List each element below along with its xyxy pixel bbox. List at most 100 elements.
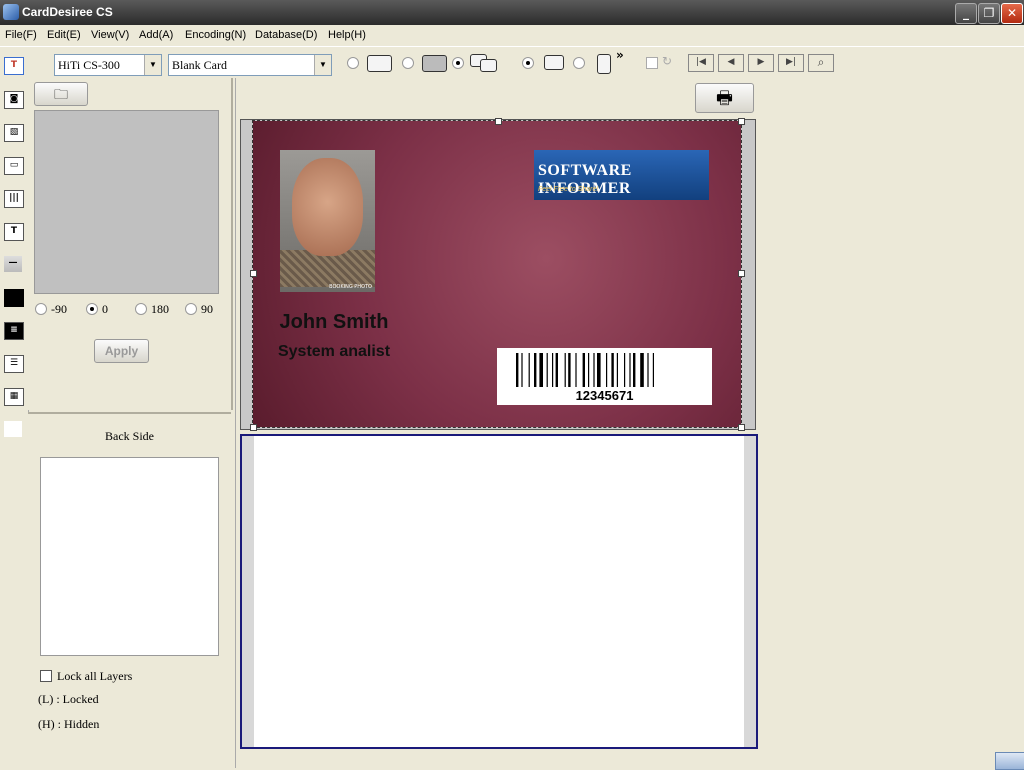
rotate-90-radio[interactable] (185, 303, 197, 315)
fill-color-icon[interactable] (4, 289, 24, 307)
resize-handle[interactable] (495, 118, 502, 125)
resize-handle[interactable] (738, 424, 745, 431)
field-tool-icon[interactable]: ☰ (4, 355, 24, 373)
barcode-tool-icon[interactable]: ||| (4, 190, 24, 208)
first-record-button[interactable]: |◀ (688, 54, 714, 72)
lock-all-layers-checkbox[interactable] (40, 670, 52, 682)
image-preview (34, 110, 219, 294)
photo-tool-icon[interactable]: ◙ (4, 91, 24, 109)
title-bar: CardDesiree CS _ ❐ ✕ (0, 0, 1024, 25)
card-job-title-text[interactable]: System analist (253, 343, 415, 361)
barcode-bar (575, 353, 577, 387)
menu-edit[interactable]: Edit(E) (46, 27, 82, 43)
card-name-text[interactable]: John Smith (253, 311, 415, 334)
chevron-down-icon: ▼ (314, 55, 331, 75)
barcode-bar (588, 353, 590, 387)
last-record-button[interactable]: ▶| (778, 54, 804, 72)
color-mode-icon[interactable]: T (4, 57, 24, 75)
printer-select-value: HiTi CS-300 (58, 58, 120, 72)
rotate-180-radio[interactable] (135, 303, 147, 315)
barcode-bar (640, 353, 644, 387)
search-icon[interactable]: ⌕ (808, 54, 834, 72)
card-photo[interactable]: BOOKING PHOTO (280, 150, 375, 292)
barcode-bars (516, 353, 654, 387)
menu-bar: File(F) Edit(E) View(V) Add(A) Encoding(… (0, 25, 1024, 45)
next-record-button[interactable]: ▶ (748, 54, 774, 72)
disabled-checkbox (646, 57, 658, 69)
printer-select[interactable]: HiTi CS-300 ▼ (54, 54, 162, 76)
printer-icon: 🖶 (716, 88, 733, 108)
barcode-number: 12345671 (575, 388, 634, 403)
back-card-canvas[interactable] (240, 434, 758, 749)
orientation-landscape-radio[interactable] (522, 57, 534, 69)
blank-tool-icon[interactable] (4, 421, 22, 437)
menu-encoding[interactable]: Encoding(N) (184, 27, 247, 43)
photo-caption: BOOKING PHOTO (329, 284, 372, 290)
orientation-portrait-radio[interactable] (573, 57, 585, 69)
rect-shape-icon[interactable] (367, 55, 392, 72)
image-tool-icon[interactable]: ▧ (4, 124, 24, 142)
card-type-select[interactable]: Blank Card ▼ (168, 54, 332, 76)
resize-handle[interactable] (250, 424, 257, 431)
barcode-bar (568, 353, 571, 387)
layer-list[interactable] (40, 457, 219, 656)
menu-file[interactable]: File(F) (4, 27, 38, 43)
apply-button[interactable]: Apply (94, 339, 149, 363)
tray-icon[interactable] (995, 752, 1024, 770)
app-icon (3, 4, 19, 20)
card-type-select-value: Blank Card (172, 58, 227, 72)
rotate-minus-90-label: -90 (51, 302, 67, 316)
line-tool-icon[interactable]: — (4, 256, 22, 272)
menu-add[interactable]: Add(A) (138, 27, 174, 43)
barcode-bar (539, 353, 543, 387)
barcode-bar (652, 353, 654, 387)
barcode-bar (528, 353, 530, 387)
card-logo[interactable]: SOFTWARE INFORMER Feel Free to Share! (534, 150, 709, 200)
close-button[interactable]: ✕ (1001, 3, 1023, 24)
barcode-bar (555, 353, 558, 387)
filled-shape-icon[interactable] (422, 55, 447, 72)
print-button[interactable]: 🖶 (695, 83, 754, 113)
folder-icon: 🗀 (54, 86, 68, 102)
portrait-icon[interactable] (597, 54, 611, 74)
dual-card-icon-back (480, 59, 497, 72)
resize-handle[interactable] (738, 270, 745, 277)
shape-dual-radio[interactable] (452, 57, 464, 69)
background-tool-icon[interactable]: ▭ (4, 157, 24, 175)
barcode-bar (593, 353, 595, 387)
open-folder-button[interactable]: 🗀 (34, 82, 88, 106)
rotate-minus-90-radio[interactable] (35, 303, 47, 315)
card-barcode[interactable]: 12345671 (497, 348, 712, 405)
magstripe-tool-icon[interactable]: ≡ (4, 322, 24, 340)
right-panel (767, 78, 1024, 768)
toolbar-overflow-icon[interactable]: » (616, 48, 624, 62)
restore-button[interactable]: ❐ (978, 3, 1000, 24)
shape-rect-radio[interactable] (347, 57, 359, 69)
minimize-button[interactable]: _ (955, 3, 977, 24)
hidden-legend: (H) : Hidden (38, 717, 100, 731)
barcode-bar (546, 353, 548, 387)
qr-tool-icon[interactable]: ▦ (4, 388, 24, 406)
landscape-icon[interactable] (544, 55, 564, 70)
text-tool-icon[interactable]: T (4, 223, 24, 241)
back-card-margin-right (744, 436, 756, 747)
barcode-bar (611, 353, 614, 387)
barcode-bar (534, 353, 537, 387)
menu-help[interactable]: Help(H) (327, 27, 367, 43)
shape-filled-radio[interactable] (402, 57, 414, 69)
barcode-bar (552, 353, 554, 387)
barcode-bar (616, 353, 618, 387)
resize-handle[interactable] (738, 118, 745, 125)
prev-record-button[interactable]: ◀ (718, 54, 744, 72)
back-card-margin-left (242, 436, 254, 747)
menu-database[interactable]: Database(D) (254, 27, 318, 43)
barcode-bar (633, 353, 636, 387)
refresh-icon: ↻ (662, 54, 673, 68)
locked-legend: (L) : Locked (38, 692, 99, 706)
rotate-0-radio[interactable] (86, 303, 98, 315)
barcode-bar (647, 353, 649, 387)
barcode-bar (516, 353, 519, 387)
window-title: CardDesiree CS (22, 5, 113, 19)
resize-handle[interactable] (250, 270, 257, 277)
menu-view[interactable]: View(V) (90, 27, 130, 43)
